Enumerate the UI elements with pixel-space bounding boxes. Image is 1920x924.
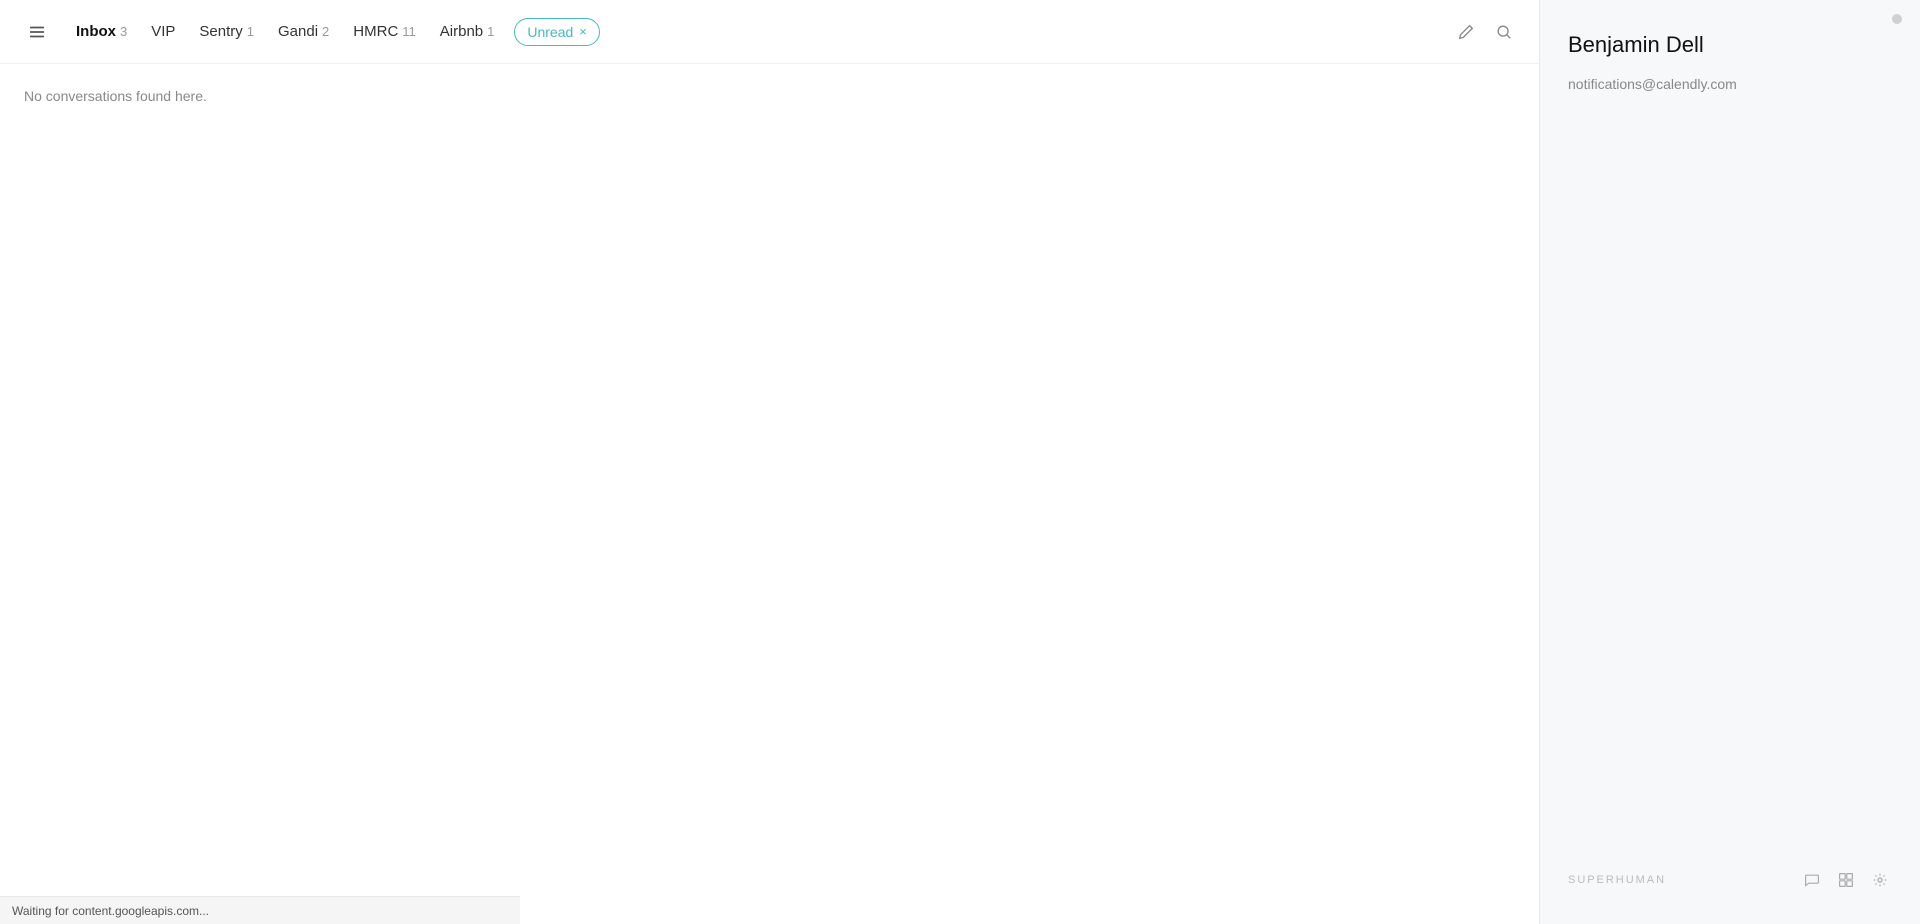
status-bar: Waiting for content.googleapis.com... (0, 896, 520, 924)
right-panel-footer: SUPERHUMAN (1568, 852, 1892, 892)
contact-email: notifications@calendly.com (1568, 76, 1892, 92)
tab-gandi-label: Gandi (278, 23, 318, 40)
unread-filter-close[interactable]: × (579, 25, 587, 38)
tab-sentry-label: Sentry (199, 23, 242, 40)
tab-inbox-count: 3 (120, 24, 127, 39)
empty-state-text: No conversations found here. (24, 88, 207, 104)
tab-sentry-count: 1 (247, 24, 254, 39)
tab-airbnb-count: 1 (487, 24, 494, 39)
tab-bar: Inbox 3 VIP Sentry 1 Gandi 2 HMRC 11 (0, 0, 1539, 64)
unread-filter-label: Unread (527, 24, 573, 40)
tab-vip-label: VIP (151, 23, 175, 40)
settings-icon-button[interactable] (1868, 868, 1892, 892)
chat-icon-button[interactable] (1800, 868, 1824, 892)
tab-airbnb[interactable]: Airbnb 1 (430, 17, 505, 46)
tab-gandi-count: 2 (322, 24, 329, 39)
right-panel: Benjamin Dell notifications@calendly.com… (1540, 0, 1920, 924)
tab-gandi[interactable]: Gandi 2 (268, 17, 339, 46)
main-panel: Inbox 3 VIP Sentry 1 Gandi 2 HMRC 11 (0, 0, 1540, 924)
tab-inbox-label: Inbox (76, 23, 116, 40)
tab-airbnb-label: Airbnb (440, 23, 483, 40)
superhuman-logo: SUPERHUMAN (1568, 874, 1666, 886)
status-dot (1892, 14, 1902, 24)
status-bar-text: Waiting for content.googleapis.com... (12, 904, 209, 918)
app-container: Inbox 3 VIP Sentry 1 Gandi 2 HMRC 11 (0, 0, 1920, 924)
search-button[interactable] (1489, 17, 1519, 47)
tab-vip[interactable]: VIP (141, 17, 185, 46)
tab-bar-actions (1451, 17, 1519, 47)
tab-hmrc-label: HMRC (353, 23, 398, 40)
menu-icon[interactable] (20, 15, 54, 49)
tab-sentry[interactable]: Sentry 1 (189, 17, 264, 46)
footer-icons (1800, 868, 1892, 892)
empty-state: No conversations found here. (0, 64, 1539, 924)
grid-icon-button[interactable] (1834, 868, 1858, 892)
contact-name: Benjamin Dell (1568, 32, 1892, 58)
tab-hmrc-count: 11 (402, 24, 416, 39)
tab-hmrc[interactable]: HMRC 11 (343, 17, 426, 46)
unread-filter-chip[interactable]: Unread × (514, 18, 600, 46)
tab-inbox[interactable]: Inbox 3 (66, 17, 137, 46)
compose-button[interactable] (1451, 17, 1481, 47)
